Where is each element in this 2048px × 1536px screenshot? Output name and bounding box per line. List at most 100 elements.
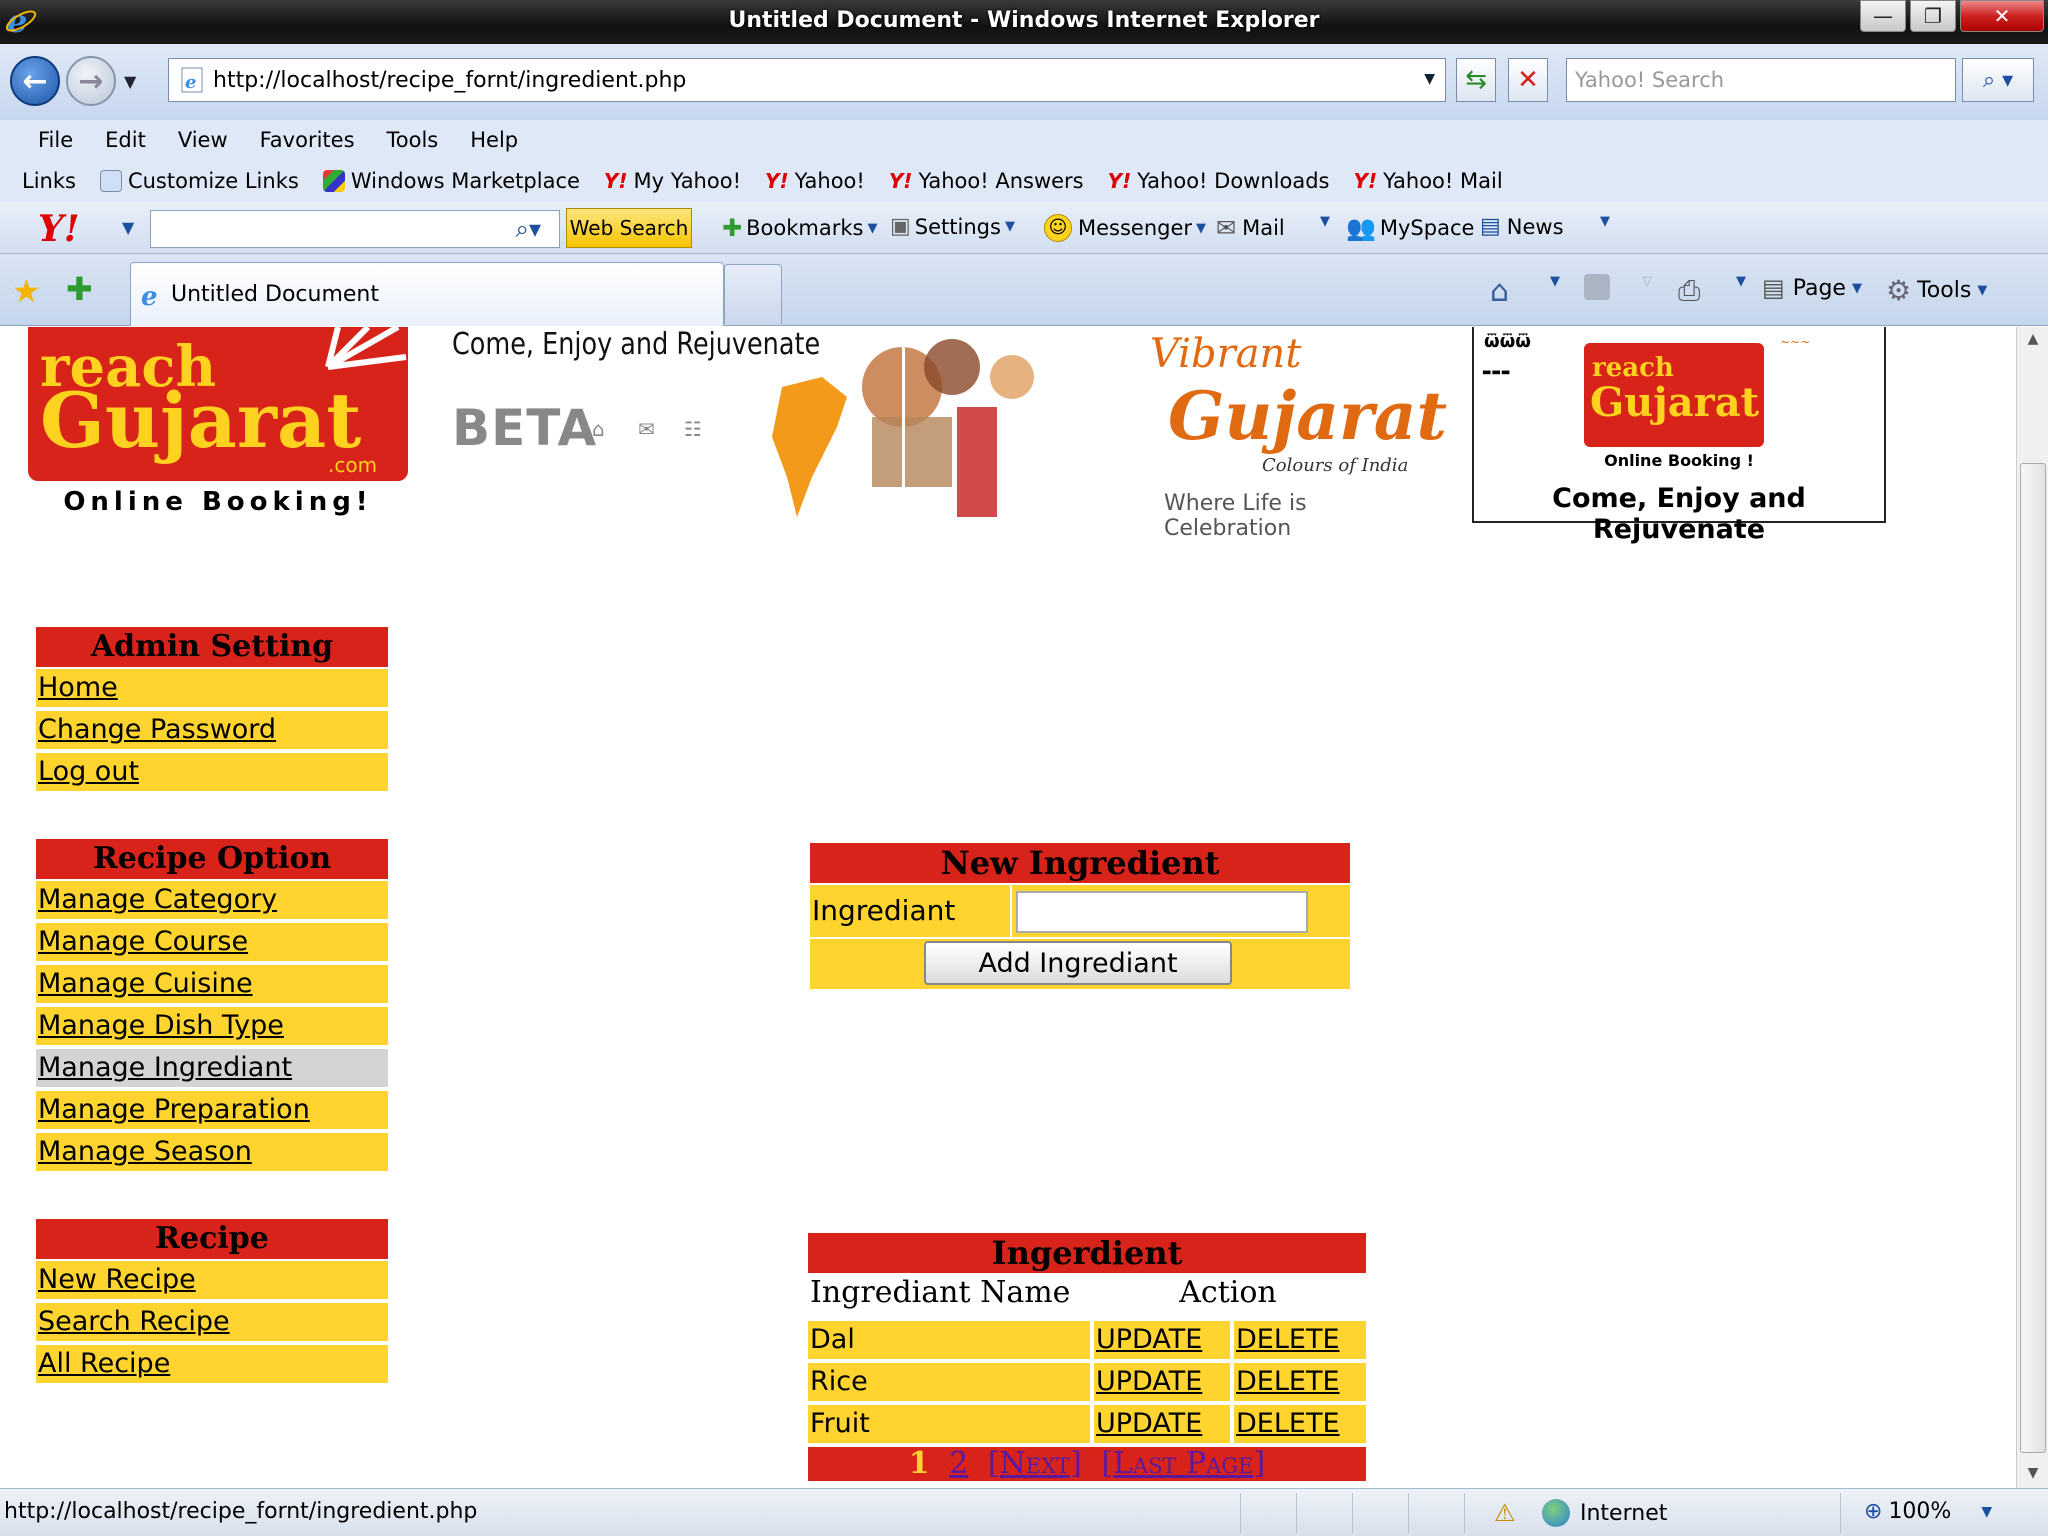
favorites-star-icon[interactable]: ★ [12,272,41,310]
security-warning-icon[interactable]: ⚠ [1494,1499,1516,1527]
new-recipe-link[interactable]: New Recipe [38,1264,196,1295]
new-tab-button[interactable] [724,264,782,324]
stop-button[interactable]: ✕ [1508,58,1548,102]
add-ingredient-button[interactable]: Add Ingrediant [924,941,1232,985]
maximize-button[interactable]: ❐ [1910,0,1956,32]
home-dropdown-icon[interactable]: ▼ [1544,274,1560,289]
menu-edit[interactable]: Edit [105,128,146,152]
close-button[interactable]: ✕ [1960,0,2044,32]
manage-ingrediant-link[interactable]: Manage Ingrediant [38,1052,292,1083]
bookmarks-button[interactable]: ✚ Bookmarks ▼ [722,214,877,242]
link-yahoo-answers[interactable]: Y! Yahoo! Answers [889,169,1084,193]
refresh-button[interactable]: ⇆ [1456,58,1496,102]
search-button[interactable]: ⌕ ▾ [1962,58,2034,102]
myspace-button[interactable]: 👥 MySpace [1346,214,1474,242]
settings-button[interactable]: ▣ Settings ▼ [890,214,1015,239]
delete-link[interactable]: DELETE [1236,1324,1340,1355]
menu-file[interactable]: File [38,128,73,152]
feeds-dropdown-icon[interactable]: ▽ [1636,274,1652,289]
marketplace-icon [322,170,345,192]
manage-season-link[interactable]: Manage Season [38,1136,252,1167]
change-password-link[interactable]: Change Password [38,714,276,745]
security-zone[interactable]: Internet [1542,1499,1667,1527]
home-icon[interactable]: ⌂ [592,417,605,441]
column-header-name: Ingrediant Name [810,1275,1071,1310]
ingredient-input[interactable] [1016,891,1308,933]
menu-item-all-recipe: All Recipe [36,1345,388,1383]
page-menu-button[interactable]: ▤ Page ▼ [1762,274,1862,302]
home-button[interactable]: ⌂ [1490,274,1509,309]
sitemap-icon[interactable]: ☷ [684,417,702,441]
right-banner[interactable]: ѿѿѿ ▬▬▬ ~~~ reach Gujarat Online Booking… [1472,327,1886,545]
links-label: Links [22,169,76,193]
status-divider [1464,1493,1465,1533]
link-customize-links[interactable]: Customize Links [99,169,299,193]
vertical-scrollbar[interactable]: ▲ ▼ [2016,327,2048,1488]
status-url: http://localhost/recipe_fornt/ingredient… [4,1499,478,1524]
manage-course-link[interactable]: Manage Course [38,926,248,957]
menu-favorites[interactable]: Favorites [260,128,355,152]
print-button[interactable]: ⎙ [1678,274,1700,308]
admin-setting-menu: Admin Setting Home Change Password Log o… [36,627,388,795]
mail-icon[interactable]: ✉ [638,417,655,441]
search-recipe-link[interactable]: Search Recipe [38,1306,230,1337]
tools-menu-button[interactable]: ⚙ Tools ▼ [1886,274,1987,307]
manage-cuisine-link[interactable]: Manage Cuisine [38,968,253,999]
mail-button[interactable]: ✉ Mail [1216,214,1285,242]
log-out-link[interactable]: Log out [38,756,139,787]
all-recipe-link[interactable]: All Recipe [38,1348,170,1379]
home-icon: ⌂ [1490,274,1510,309]
last-page-link[interactable]: [Last Page] [1101,1446,1265,1481]
menu-help[interactable]: Help [470,128,518,152]
minimize-button[interactable]: — [1860,0,1906,32]
reach-gujarat-logo[interactable]: reach Gujarat .com Online Booking! [28,327,408,517]
news-button[interactable]: ▤ News [1480,214,1564,239]
yahoo-menu-dropdown-icon[interactable]: ▼ [122,218,134,237]
pagination: 1 2 [Next] [Last Page] [808,1447,1366,1481]
feeds-button[interactable] [1584,274,1610,300]
link-yahoo-mail[interactable]: Y! Yahoo! Mail [1353,169,1502,193]
scroll-down-arrow-icon[interactable]: ▼ [2017,1465,2048,1481]
print-dropdown-icon[interactable]: ▼ [1730,274,1746,289]
page-2-link[interactable]: 2 [949,1446,968,1481]
scrollbar-thumb[interactable] [2020,463,2046,1453]
address-dropdown-icon[interactable]: ▼ [1424,71,1435,87]
manage-preparation-link[interactable]: Manage Preparation [38,1094,310,1125]
link-yahoo[interactable]: Y! Yahoo! [765,169,865,193]
next-page-link[interactable]: [Next] [988,1446,1082,1481]
back-button[interactable]: ← [10,56,60,106]
logo-com-text: .com [328,453,378,477]
link-my-yahoo[interactable]: Y! My Yahoo! [604,169,741,193]
yahoo-search-input[interactable]: ⌕▾ [150,210,560,248]
web-search-button[interactable]: Web Search [566,208,692,248]
toolbar-more-dropdown-icon[interactable]: ▼ [1596,214,1610,229]
home-link[interactable]: Home [38,672,118,703]
messenger-button[interactable]: ☺ Messenger ▼ [1044,214,1206,242]
zoom-level: 100% [1888,1499,1952,1524]
tab-untitled-document[interactable]: e Untitled Document [130,262,724,326]
menu-view[interactable]: View [178,128,228,152]
delete-link[interactable]: DELETE [1236,1366,1340,1397]
recent-pages-dropdown-icon[interactable]: ▼ [124,72,136,91]
update-link[interactable]: UPDATE [1096,1408,1202,1439]
manage-dish-type-link[interactable]: Manage Dish Type [38,1010,284,1041]
manage-category-link[interactable]: Manage Category [38,884,277,915]
menu-tools[interactable]: Tools [387,128,439,152]
forward-button[interactable]: → [66,56,116,106]
svg-text:e: e [141,282,158,309]
delete-link[interactable]: DELETE [1236,1408,1340,1439]
link-yahoo-downloads[interactable]: Y! Yahoo! Downloads [1108,169,1330,193]
yahoo-logo[interactable]: Y! [38,208,80,250]
update-link[interactable]: UPDATE [1096,1324,1202,1355]
scroll-up-arrow-icon[interactable]: ▲ [2017,331,2048,347]
update-link[interactable]: UPDATE [1096,1366,1202,1397]
title-bar: e Untitled Document - Windows Internet E… [0,0,2048,44]
link-windows-marketplace[interactable]: Windows Marketplace [322,169,580,193]
zoom-control[interactable]: ⊕ 100% ▼ [1864,1499,1992,1524]
zoom-dropdown-icon[interactable]: ▼ [1981,1504,1992,1520]
search-icon[interactable]: ⌕▾ [516,215,542,243]
mail-dropdown-icon[interactable]: ▼ [1316,214,1330,229]
search-input[interactable]: Yahoo! Search [1566,58,1956,102]
add-favorites-icon[interactable]: ✚ [66,270,93,308]
address-bar[interactable]: e http://localhost/recipe_fornt/ingredie… [168,58,1446,102]
